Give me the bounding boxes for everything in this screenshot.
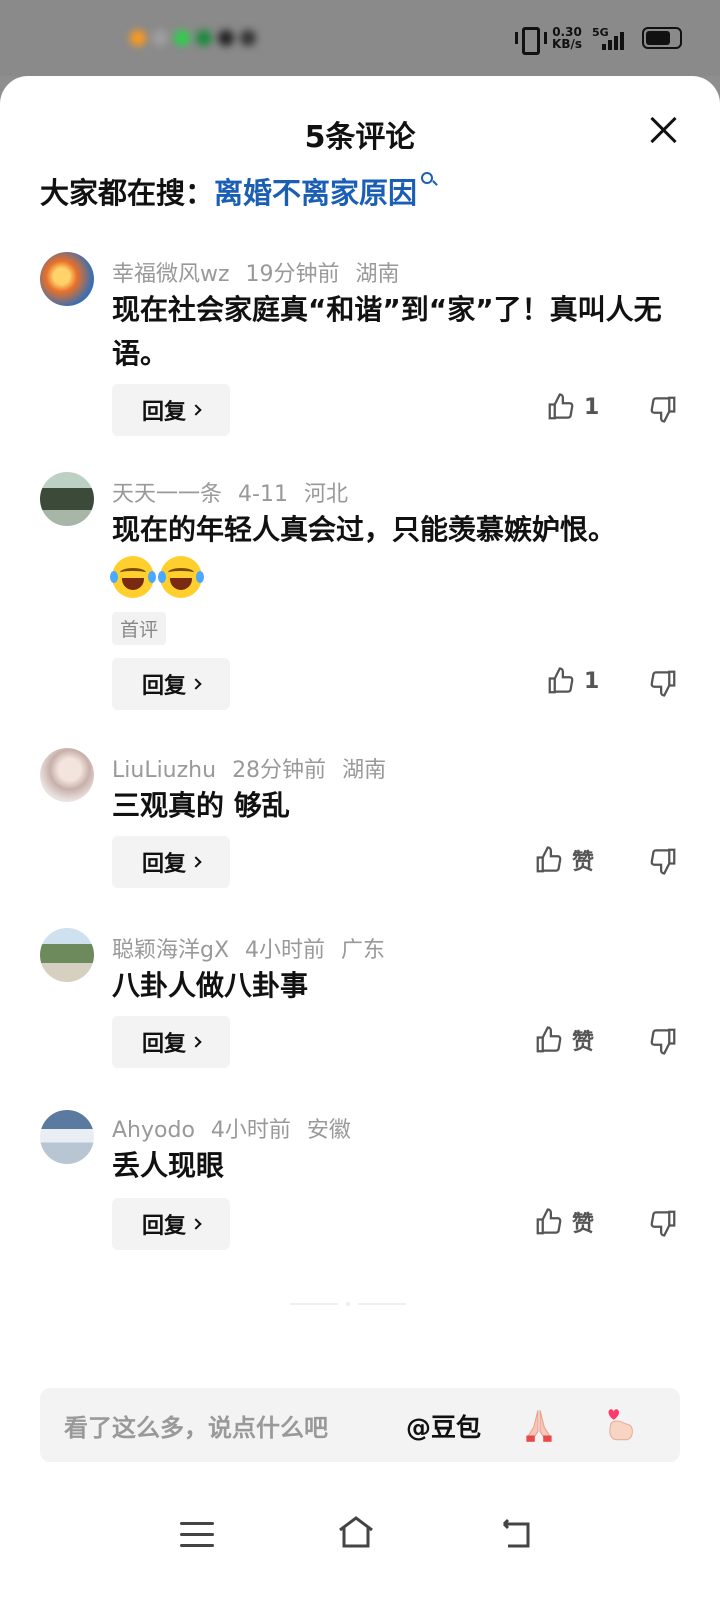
like-button[interactable]: 赞 [534,1024,594,1056]
comment-text: 现在社会家庭真“和谐”到“家”了！真叫人无语。 [112,293,662,370]
comment-time: 19分钟前 [245,262,340,287]
like-button[interactable]: 赞 [534,844,594,876]
comment-location: 河北 [303,482,348,507]
comment-location: 湖南 [342,758,387,783]
close-icon[interactable] [650,116,678,144]
reply-button[interactable]: 回复 [112,384,230,436]
comment-text: 丢人现眼 [112,1149,225,1182]
comment-input[interactable]: 看了这么多，说点什么吧 @豆包 [40,1388,680,1462]
dislike-icon[interactable] [648,668,678,698]
signal-icon: 5G [592,26,632,50]
comment-username[interactable]: Ahyodo [112,1118,195,1143]
mention-doubao-button[interactable]: @豆包 [406,1408,481,1444]
like-count: 赞 [572,1212,595,1237]
like-button[interactable]: 1 [546,666,599,696]
chevron-right-icon [190,678,202,690]
vibrate-icon [514,26,548,55]
avatar[interactable] [40,748,94,802]
avatar[interactable] [40,1110,94,1164]
chevron-right-icon [190,1036,202,1048]
search-suggestion-link[interactable]: 离婚不离家原因 [214,170,417,212]
reply-button[interactable]: 回复 [112,1198,230,1250]
comment-time: 4小时前 [245,938,326,963]
avatar[interactable] [40,472,94,526]
comment-meta: Ahyodo 4小时前 安徽 [112,1112,367,1144]
comment-text: 现在的年轻人真会过，只能羡慕嫉妒恨。 [112,513,617,546]
chevron-right-icon [190,1218,202,1230]
battery-icon [642,27,682,49]
like-count: 1 [584,668,600,694]
like-button[interactable]: 1 [546,392,599,422]
like-count: 1 [584,394,600,420]
laughing-tears-emoji-icon [110,556,156,598]
back-icon[interactable] [498,1518,536,1550]
chevron-right-icon [190,404,202,416]
chevron-right-icon [190,856,202,868]
dislike-icon[interactable] [648,1208,678,1238]
like-icon [536,846,562,873]
avatar[interactable] [40,252,94,306]
avatar[interactable] [40,928,94,982]
like-count: 赞 [572,850,595,875]
menu-icon[interactable] [180,1522,214,1550]
blurred-notification-icons [130,30,256,46]
network-speed: 0.30 KB/s [552,25,582,51]
comment-text: 八卦人做八卦事 [112,969,309,1002]
like-icon [536,1208,562,1235]
status-indicators: 0.30 KB/s 5G [514,25,682,55]
comment-input-placeholder: 看了这么多，说点什么吧 [64,1414,328,1442]
comment-text: 三观真的 够乱 [112,789,290,822]
system-navigation-bar [0,1496,720,1608]
search-suggestion-label: 大家都在搜： [40,176,215,210]
dislike-icon[interactable] [648,846,678,876]
finger-heart-icon[interactable] [598,1404,640,1446]
home-icon[interactable] [336,1514,376,1550]
reply-button[interactable]: 回复 [112,658,230,710]
dislike-icon[interactable] [648,394,678,424]
comment-sheet: 5条评论 大家都在搜： 离婚不离家原因 幸福微风wz 19分钟前 湖南 现在社会家庭… [0,76,720,1608]
like-icon [548,393,574,420]
first-comment-badge: 首评 [112,612,167,645]
search-suggestion: 大家都在搜： 离婚不离家原因 [40,170,434,212]
comment-username[interactable]: 幸福微风wz [112,262,230,287]
comment-emojis [110,554,672,598]
comment-username[interactable]: LiuLiuzhu [112,758,216,783]
comment-location: 广东 [341,938,386,963]
comment-meta: 天天一一条 4-11 河北 [112,476,364,508]
reply-button[interactable]: 回复 [112,836,230,888]
comment-username[interactable]: 天天一一条 [112,482,222,507]
comment-location: 湖南 [355,262,400,287]
reply-button[interactable]: 回复 [112,1016,230,1068]
comment-meta: 幸福微风wz 19分钟前 湖南 [112,256,416,288]
comment-time: 28分钟前 [232,758,327,783]
comment-meta: LiuLiuzhu 28分钟前 湖南 [112,752,402,784]
comment-meta: 聪颖海洋gX 4小时前 广东 [112,932,401,964]
laughing-tears-emoji-icon [158,556,204,598]
comment-username[interactable]: 聪颖海洋gX [112,938,229,963]
pray-emoji-icon[interactable] [518,1404,560,1446]
status-bar: 0.30 KB/s 5G [0,0,720,76]
like-count: 赞 [572,1030,595,1055]
dislike-icon[interactable] [648,1026,678,1056]
comment-time: 4小时前 [210,1118,291,1143]
like-icon [536,1026,562,1053]
like-button[interactable]: 赞 [534,1206,594,1238]
sheet-title: 5条评论 [304,120,416,155]
end-of-list-indicator [290,1302,406,1306]
like-icon [548,667,574,694]
comment-location: 安徽 [306,1118,351,1143]
comment-time: 4-11 [238,482,288,507]
search-icon[interactable] [421,172,434,184]
